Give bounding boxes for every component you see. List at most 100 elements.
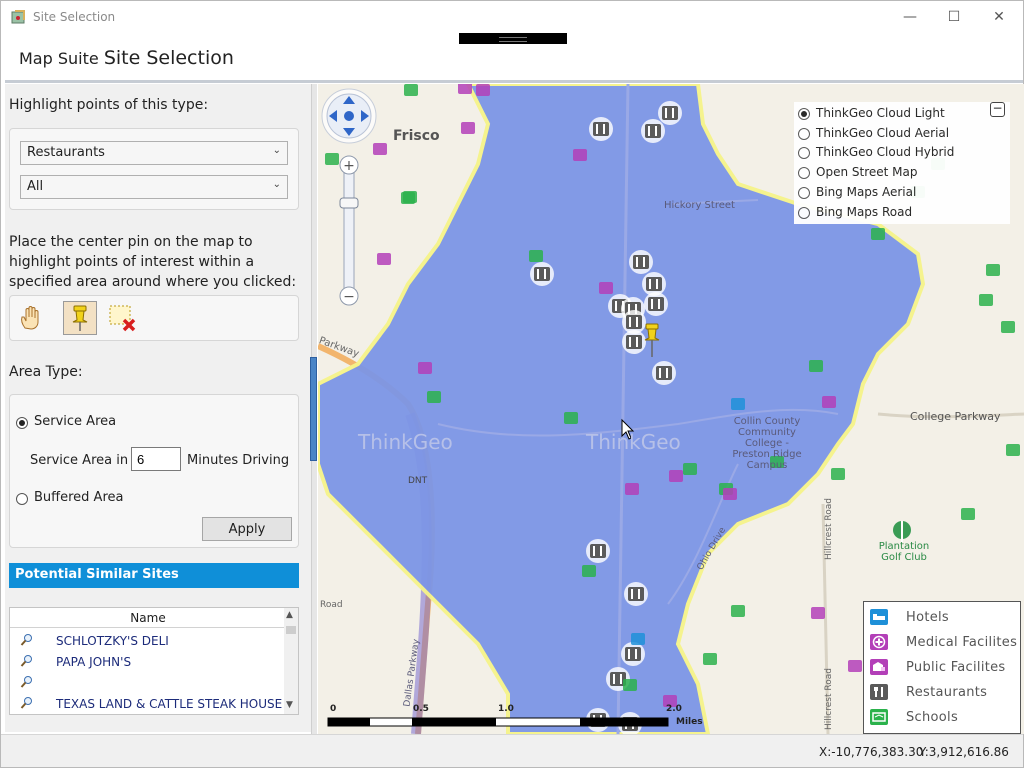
clear-tool-button[interactable]	[105, 301, 139, 335]
collapse-panel-handle[interactable]	[310, 357, 317, 461]
poi-marker[interactable]	[377, 253, 391, 265]
layer-radio[interactable]	[798, 207, 810, 219]
poi-marker[interactable]	[564, 412, 578, 424]
poi-marker[interactable]	[809, 360, 823, 372]
zoom-to-icon[interactable]	[20, 675, 34, 689]
legend-label: Medical Facilites	[906, 635, 1018, 650]
poi-marker[interactable]	[731, 398, 745, 410]
layer-radio[interactable]	[798, 187, 810, 199]
poi-marker[interactable]	[669, 470, 683, 482]
legend-label: Schools	[906, 710, 959, 725]
poi-marker[interactable]	[573, 149, 587, 161]
poi-marker[interactable]	[373, 143, 387, 155]
table-row[interactable]	[10, 673, 286, 694]
restaurant-marker[interactable]	[658, 101, 682, 125]
poi-marker[interactable]	[599, 282, 613, 294]
results-scrollbar[interactable]: ▲ ▼	[284, 608, 298, 714]
layer-radio[interactable]	[798, 108, 810, 120]
restaurant-marker[interactable]	[641, 119, 665, 143]
layer-radio[interactable]	[798, 128, 810, 140]
title-bar[interactable]: Site Selection — ☐ ✕	[1, 1, 1023, 33]
poi-marker[interactable]	[461, 122, 475, 134]
poi-marker[interactable]	[822, 396, 836, 408]
poi-marker[interactable]	[325, 153, 339, 165]
poi-marker[interactable]	[683, 463, 697, 475]
poi-marker[interactable]	[848, 660, 862, 672]
panel-splitter[interactable]	[310, 84, 317, 734]
poi-marker[interactable]	[458, 84, 472, 94]
map-label-hickory: Hickory Street	[664, 200, 735, 211]
tool-group	[9, 295, 299, 341]
watermark-2: ThinkGeo	[586, 430, 681, 454]
poi-marker[interactable]	[871, 228, 885, 240]
poi-marker[interactable]	[723, 488, 737, 500]
drag-handle[interactable]	[459, 33, 567, 44]
scroll-up-icon[interactable]: ▲	[286, 610, 293, 620]
table-row[interactable]: SCHLOTZKY'S DELI	[10, 631, 286, 652]
poi-subtype-select[interactable]: All ⌄	[20, 175, 288, 199]
poi-marker[interactable]	[986, 264, 1000, 276]
maximize-button[interactable]: ☐	[931, 5, 977, 29]
scroll-thumb[interactable]	[286, 626, 296, 634]
scale-bar	[327, 717, 669, 727]
poi-marker[interactable]	[623, 679, 637, 691]
restaurant-marker[interactable]	[644, 292, 668, 316]
zoom-thumb[interactable]	[339, 197, 359, 209]
poi-marker[interactable]	[961, 508, 975, 520]
zoom-to-icon[interactable]	[20, 633, 34, 647]
scale-tick-2: 1.0	[498, 704, 514, 714]
restaurant-marker[interactable]	[652, 361, 676, 385]
zoom-to-icon[interactable]	[20, 696, 34, 710]
zoom-slider[interactable]: + −	[339, 155, 359, 306]
close-button[interactable]: ✕	[976, 5, 1022, 29]
poi-marker[interactable]	[979, 294, 993, 306]
poi-marker[interactable]	[1001, 321, 1015, 333]
poi-marker[interactable]	[582, 565, 596, 577]
poi-marker[interactable]	[476, 84, 490, 96]
window-title: Site Selection	[33, 10, 116, 24]
apply-button[interactable]: Apply	[202, 517, 292, 541]
poi-marker[interactable]	[1006, 444, 1020, 456]
scroll-down-icon[interactable]: ▼	[286, 700, 293, 710]
layer-label: Bing Maps Road	[816, 205, 913, 219]
minutes-input[interactable]	[131, 447, 181, 471]
pan-tool-button[interactable]	[14, 301, 48, 335]
pan-center-icon[interactable]	[344, 111, 354, 121]
column-header-name[interactable]: Name	[10, 608, 286, 628]
poi-marker[interactable]	[404, 84, 418, 96]
poi-marker[interactable]	[731, 605, 745, 617]
poi-marker[interactable]	[418, 362, 432, 374]
restaurant-marker[interactable]	[624, 582, 648, 606]
poi-marker[interactable]	[427, 391, 441, 403]
buffered-area-radio[interactable]	[16, 493, 28, 505]
pan-control[interactable]	[321, 88, 377, 144]
page-title: Map Suite Site Selection	[19, 47, 234, 69]
poi-marker[interactable]	[811, 607, 825, 619]
poi-subtype-value: All	[27, 179, 44, 194]
layer-collapse-button[interactable]: −	[990, 102, 1005, 117]
scale-unit: Miles	[676, 717, 703, 727]
poi-marker[interactable]	[625, 483, 639, 495]
table-row[interactable]: PAPA JOHN'S	[10, 652, 286, 673]
poi-marker[interactable]	[403, 191, 417, 203]
restaurant-marker[interactable]	[530, 262, 554, 286]
service-area-radio[interactable]	[16, 417, 28, 429]
restaurant-marker[interactable]	[621, 642, 645, 666]
restaurant-marker[interactable]	[629, 250, 653, 274]
poi-type-select[interactable]: Restaurants ⌄	[20, 141, 288, 165]
minimize-button[interactable]: —	[887, 5, 933, 29]
poi-marker[interactable]	[831, 468, 845, 480]
poi-marker[interactable]	[529, 250, 543, 262]
layer-radio[interactable]	[798, 147, 810, 159]
hand-pan-icon	[21, 306, 39, 330]
pushpin-tool-button[interactable]	[63, 301, 97, 335]
poi-marker[interactable]	[703, 653, 717, 665]
map-view[interactable]: + − Frisco Hickory Street Parkway Colleg…	[318, 84, 1024, 734]
restaurant-marker[interactable]	[622, 330, 646, 354]
restaurant-marker[interactable]	[589, 117, 613, 141]
layer-radio[interactable]	[798, 167, 810, 179]
table-row[interactable]: TEXAS LAND & CATTLE STEAK HOUSE	[10, 694, 286, 714]
poi-marker[interactable]	[631, 633, 645, 645]
restaurant-marker[interactable]	[586, 539, 610, 563]
zoom-to-icon[interactable]	[20, 654, 34, 668]
